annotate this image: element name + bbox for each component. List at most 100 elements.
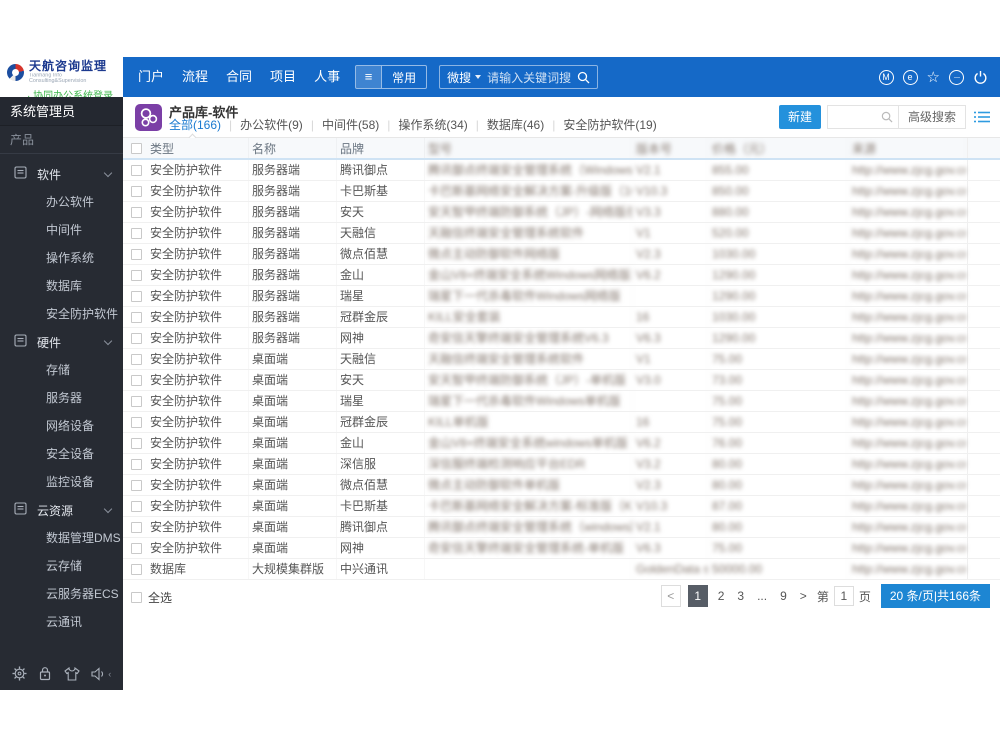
row-checkbox[interactable] [131, 479, 142, 491]
power-icon[interactable] [973, 70, 988, 85]
menu-icon[interactable]: ≡ [356, 66, 383, 88]
sidebar-item-1-3[interactable]: 安全设备 [0, 440, 123, 468]
sidebar-item-1-0[interactable]: 存储 [0, 356, 123, 384]
sidebar-item-2-0[interactable]: 数据管理DMS [0, 524, 123, 552]
select-all-header-checkbox[interactable] [131, 142, 142, 154]
page-size-button[interactable]: 20 条/页|共166条 [880, 584, 990, 608]
table-row[interactable]: 安全防护软件服务器端卡巴斯基卡巴斯基网络安全解决方案-升级版（10-99...V… [123, 181, 1000, 202]
tab-2[interactable]: 中间件(58) [322, 116, 379, 133]
row-checkbox[interactable] [131, 248, 142, 260]
tab-4[interactable]: 数据库(46) [487, 116, 544, 133]
table-row[interactable]: 安全防护软件 桌面端 微点佰慧 微点主动防御软件单机版 V2.3 80.00 http://… [123, 475, 1000, 496]
row-checkbox[interactable] [131, 185, 142, 197]
row-checkbox[interactable] [131, 437, 142, 449]
search-icon[interactable] [577, 71, 590, 84]
m-badge-icon[interactable]: M [878, 69, 894, 85]
nav-item-0[interactable]: 门户 [129, 57, 173, 97]
page-button-...[interactable]: ... [754, 589, 770, 603]
table-row[interactable]: 安全防护软件 桌面端 冠群金辰 KILL单机版 16 75.00 http://www.zj… [123, 412, 1000, 433]
row-checkbox[interactable] [131, 332, 142, 344]
page-button-3[interactable]: 3 [734, 589, 747, 603]
row-checkbox[interactable] [131, 206, 142, 218]
prev-page-button[interactable]: < [660, 585, 681, 607]
table-row[interactable]: 安全防护软件 服务器端 冠群金辰 KILL安全套装 16 1030.00 http://ww… [123, 307, 1000, 328]
sidebar-item-0-2[interactable]: 操作系统 [0, 244, 123, 272]
sidebar-item-0-1[interactable]: 中间件 [0, 216, 123, 244]
row-checkbox[interactable] [131, 164, 142, 176]
tab-1[interactable]: 办公软件(9) [240, 116, 303, 133]
table-row[interactable]: 安全防护软件服务器端安天安天智甲终端防御系统（JP）-网络版杀毒软件V3.388… [123, 202, 1000, 223]
list-view-icon[interactable] [974, 110, 990, 124]
row-checkbox[interactable] [131, 269, 142, 281]
tab-0[interactable]: 全部(166) [169, 116, 221, 133]
sidebar-group-2[interactable]: 云资源 [0, 496, 123, 524]
collapse-chevron-icon[interactable]: ‹ [108, 669, 111, 679]
nav-item-2[interactable]: 合同 [217, 57, 261, 97]
row-checkbox[interactable] [131, 353, 142, 365]
table-row[interactable]: 安全防护软件 桌面端 安天 安天智甲终端防御系统（JP）-单机版 V3.0 73.00 ht… [123, 370, 1000, 391]
speaker-icon[interactable] [91, 666, 106, 681]
star-icon[interactable]: ☆ [927, 70, 940, 85]
search-scope-dropdown[interactable]: 微搜 [447, 69, 482, 86]
table-search-input[interactable] [826, 105, 899, 129]
more-icon[interactable]: ··· [949, 69, 964, 85]
row-checkbox[interactable] [131, 563, 142, 575]
nav-item-3[interactable]: 项目 [261, 57, 305, 97]
row-checkbox[interactable] [131, 311, 142, 323]
table-row[interactable]: 安全防护软件 服务器端 金山 金山V8+终端安全系统Windows网络版本 V6.2 12… [123, 265, 1000, 286]
nav-item-1[interactable]: 流程 [173, 57, 217, 97]
theme-icon[interactable] [63, 666, 80, 681]
sidebar-item-1-4[interactable]: 监控设备 [0, 468, 123, 496]
tab-3[interactable]: 操作系统(34) [398, 116, 467, 133]
row-checkbox[interactable] [131, 521, 142, 533]
table-row[interactable]: 安全防护软件 桌面端 金山 金山V8+终端安全系统windows单机版 V6.2 76.0… [123, 433, 1000, 454]
sidebar-item-2-1[interactable]: 云存储 [0, 552, 123, 580]
sidebar-group-1[interactable]: 硬件 [0, 328, 123, 356]
table-row[interactable]: 安全防护软件 服务器端 瑞星 瑞星下一代杀毒软件Windows网络版 1290.00 ht… [123, 286, 1000, 307]
jump-page-input[interactable]: 1 [833, 586, 854, 606]
sidebar-item-0-4[interactable]: 安全防护软件 [0, 300, 123, 328]
sidebar-item-2-3[interactable]: 云通讯 [0, 608, 123, 636]
table-row[interactable]: 安全防护软件 桌面端 网神 奇安信天擎终端安全管理系统-单机版 V6.3 75.00 htt… [123, 538, 1000, 559]
table-row[interactable]: 安全防护软件 桌面端 瑞星 瑞星下一代杀毒软件Windows单机版 75.00 http:… [123, 391, 1000, 412]
nav-item-4[interactable]: 人事 [305, 57, 349, 97]
row-checkbox[interactable] [131, 500, 142, 512]
sidebar-item-2-2[interactable]: 云服务器ECS [0, 580, 123, 608]
table-row[interactable]: 安全防护软件桌面端卡巴斯基卡巴斯基网络安全解决方案-标准版（KL）-KO...V… [123, 496, 1000, 517]
tab-5[interactable]: 安全防护软件(19) [563, 116, 656, 133]
sidebar-item-1-2[interactable]: 网络设备 [0, 412, 123, 440]
sidebar-section-product[interactable]: 产品 [0, 126, 123, 154]
sidebar-item-0-3[interactable]: 数据库 [0, 272, 123, 300]
table-row[interactable]: 安全防护软件 桌面端 天融信 天融信终端安全管理系统软件 V1 75.00 http://w… [123, 349, 1000, 370]
table-row[interactable]: 安全防护软件服务器端腾讯御点腾讯御点终端安全管理系统（Windows版）V2.1… [123, 160, 1000, 181]
row-checkbox[interactable] [131, 290, 142, 302]
next-page-button[interactable]: > [797, 589, 810, 603]
table-row[interactable]: 安全防护软件 服务器端 微点佰慧 微点主动防御软件网络版 V2.3 1030.00 http… [123, 244, 1000, 265]
row-checkbox[interactable] [131, 542, 142, 554]
advanced-search-button[interactable]: 高级搜索 [897, 105, 966, 129]
table-row[interactable]: 数据库大规模集群版中兴通讯 GoldenData s...50000.00http… [123, 559, 1000, 580]
row-checkbox[interactable] [131, 374, 142, 386]
new-button[interactable]: 新建 [778, 105, 821, 129]
row-checkbox[interactable] [131, 395, 142, 407]
page-button-9[interactable]: 9 [777, 589, 790, 603]
row-checkbox[interactable] [131, 227, 142, 239]
e-badge-icon[interactable]: e [902, 69, 918, 85]
sidebar-item-1-1[interactable]: 服务器 [0, 384, 123, 412]
sidebar-group-0[interactable]: 软件 [0, 160, 123, 188]
table-row[interactable]: 安全防护软件 桌面端 深信服 深信服终端检测响应平台EDR V3.2 80.00 http:… [123, 454, 1000, 475]
nav-item-pinned[interactable]: 常用 [382, 69, 426, 86]
row-checkbox[interactable] [131, 458, 142, 470]
lock-icon[interactable] [38, 666, 52, 681]
select-all-checkbox[interactable] [131, 592, 142, 603]
table-row[interactable]: 安全防护软件 服务器端 网神 奇安信天擎终端安全管理系统V6.3 V6.3 1290.00… [123, 328, 1000, 349]
gear-icon[interactable] [12, 666, 27, 681]
search-input[interactable]: 请输入关键词搜 [487, 69, 571, 86]
page-button-1[interactable]: 1 [687, 585, 708, 607]
sidebar-item-0-0[interactable]: 办公软件 [0, 188, 123, 216]
table-row[interactable]: 安全防护软件 服务器端 天融信 天融信终端安全管理系统软件 V1 520.00 http:/… [123, 223, 1000, 244]
cell-type: 安全防护软件 [147, 307, 249, 327]
row-checkbox[interactable] [131, 416, 142, 428]
page-button-2[interactable]: 2 [715, 589, 728, 603]
table-row[interactable]: 安全防护软件桌面端腾讯御点腾讯御点终端安全管理系统（windows版）V2.1V… [123, 517, 1000, 538]
